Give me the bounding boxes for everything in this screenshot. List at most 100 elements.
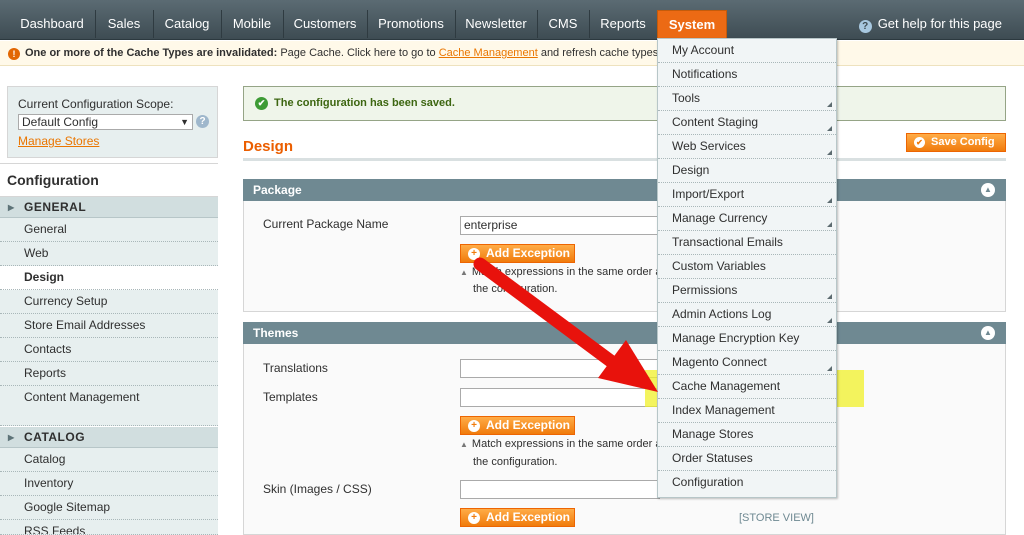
nav-reports[interactable]: Reports [590, 10, 656, 38]
sidebar-item-rss-feeds[interactable]: RSS Feeds [0, 520, 218, 535]
submenu-indicator-icon [827, 318, 832, 323]
notice-cache-management-link[interactable]: Cache Management [439, 47, 538, 59]
nav-customers[interactable]: Customers [284, 10, 366, 38]
system-menu-item-my-account[interactable]: My Account [658, 39, 836, 63]
nav-cms[interactable]: CMS [538, 10, 588, 38]
system-menu-dropdown: My Account Notifications Tools Content Stag… [657, 38, 837, 498]
collapse-icon[interactable]: ▲ [981, 183, 995, 197]
cache-invalidated-notice: ! One or more of the Cache Types are inva… [0, 41, 1024, 66]
menu-item-label: Order Statuses [672, 451, 753, 465]
skin-label: Skin (Images / CSS) [263, 482, 372, 496]
triangle-right-icon: ▶ [8, 433, 15, 442]
sidebar-item-catalog[interactable]: Catalog [0, 448, 218, 472]
system-menu-item-cache-management[interactable]: Cache Management [658, 375, 836, 399]
menu-item-label: Manage Currency [672, 211, 768, 225]
add-exception-button[interactable]: + Add Exception [460, 416, 575, 435]
add-exception-label: Add Exception [486, 246, 571, 260]
system-menu-item-content-staging[interactable]: Content Staging [658, 111, 836, 135]
help-link[interactable]: ? Get help for this page [858, 10, 1002, 38]
menu-item-label: Permissions [672, 283, 738, 297]
submenu-indicator-icon [827, 222, 832, 227]
nav-dashboard[interactable]: Dashboard [10, 10, 94, 38]
current-package-name-input[interactable]: enterprise [460, 216, 660, 235]
system-menu-item-web-services[interactable]: Web Services [658, 135, 836, 159]
sidebar-item-web[interactable]: Web [0, 242, 218, 266]
menu-item-label: Transactional Emails [672, 235, 783, 249]
save-config-button[interactable]: ✔ Save Config [906, 133, 1006, 152]
system-menu-item-configuration[interactable]: Configuration [658, 471, 836, 495]
sidebar-section-catalog[interactable]: ▶ CATALOG [0, 427, 218, 448]
system-menu-item-magento-connect[interactable]: Magento Connect [658, 351, 836, 375]
notice-tail: and refresh cache types. [537, 47, 662, 59]
system-menu-item-manage-encryption-key[interactable]: Manage Encryption Key [658, 327, 836, 351]
menu-item-label: Cache Management [672, 379, 781, 393]
manage-stores-link[interactable]: Manage Stores [18, 134, 207, 148]
themes-section-header[interactable]: Themes ▲ [243, 322, 1006, 344]
menu-item-label: Custom Variables [672, 259, 766, 273]
menu-item-label: Admin Actions Log [672, 307, 772, 321]
system-menu-item-admin-actions-log[interactable]: Admin Actions Log [658, 303, 836, 327]
system-menu-item-notifications[interactable]: Notifications [658, 63, 836, 87]
nav-newsletter[interactable]: Newsletter [456, 10, 536, 38]
sidebar-section-general[interactable]: ▶ GENERAL [0, 197, 218, 218]
scope-select[interactable]: Default Config ▼ [18, 114, 193, 130]
exception-note-line-2: the configuration. [473, 456, 558, 468]
package-section-header[interactable]: Package ▲ [243, 179, 1006, 201]
system-menu-item-permissions[interactable]: Permissions [658, 279, 836, 303]
sidebar-item-reports[interactable]: Reports [0, 362, 218, 386]
triangle-right-icon: ▶ [8, 203, 15, 212]
system-menu-item-order-statuses[interactable]: Order Statuses [658, 447, 836, 471]
add-exception-button[interactable]: + Add Exception [460, 244, 575, 263]
nav-catalog[interactable]: Catalog [154, 10, 220, 38]
configuration-scope-panel: Current Configuration Scope: Default Con… [7, 86, 218, 158]
triangle-up-icon: ▲ [460, 440, 468, 449]
triangle-up-icon: ▲ [460, 268, 468, 277]
sidebar-item-currency-setup[interactable]: Currency Setup [0, 290, 218, 314]
sidebar-item-store-email-addresses[interactable]: Store Email Addresses [0, 314, 218, 338]
translations-label: Translations [263, 361, 328, 375]
translations-input[interactable] [460, 359, 660, 378]
menu-item-label: Tools [672, 91, 701, 105]
nav-promotions[interactable]: Promotions [368, 10, 454, 38]
system-menu-item-manage-currency[interactable]: Manage Currency [658, 207, 836, 231]
submenu-indicator-icon [827, 198, 832, 203]
scope-label: Current Configuration Scope: [18, 97, 174, 111]
collapse-icon[interactable]: ▲ [981, 326, 995, 340]
menu-item-label: Import/Export [672, 187, 745, 201]
sidebar-item-general[interactable]: General [0, 218, 218, 242]
sidebar-item-contacts[interactable]: Contacts [0, 338, 218, 362]
system-menu-item-custom-variables[interactable]: Custom Variables [658, 255, 836, 279]
nav-mobile[interactable]: Mobile [222, 10, 282, 38]
sidebar-item-content-management[interactable]: Content Management [0, 386, 218, 426]
skin-input[interactable] [460, 480, 660, 499]
system-menu-item-manage-stores[interactable]: Manage Stores [658, 423, 836, 447]
check-icon: ✔ [914, 137, 925, 148]
system-menu-item-transactional-emails[interactable]: Transactional Emails [658, 231, 836, 255]
sidebar-item-google-sitemap[interactable]: Google Sitemap [0, 496, 218, 520]
current-package-name-label: Current Package Name [263, 217, 389, 231]
note-text: Match expressions in the same order a [471, 266, 660, 278]
add-exception-button[interactable]: + Add Exception [460, 508, 575, 527]
system-menu-item-index-management[interactable]: Index Management [658, 399, 836, 423]
nav-sales[interactable]: Sales [96, 10, 152, 38]
section-label: CATALOG [24, 430, 86, 444]
menu-item-label: Design [672, 163, 710, 177]
system-menu-item-tools[interactable]: Tools [658, 87, 836, 111]
menu-item-label: Magento Connect [672, 355, 767, 369]
sidebar-item-inventory[interactable]: Inventory [0, 472, 218, 496]
templates-input[interactable] [460, 388, 660, 407]
store-view-scope-label: [STORE VIEW] [739, 512, 814, 524]
help-icon: ? [858, 20, 872, 33]
add-exception-label: Add Exception [486, 510, 571, 524]
menu-item-label: Configuration [672, 475, 744, 489]
menu-item-label: Manage Encryption Key [672, 331, 800, 345]
section-title: Package [253, 183, 302, 197]
nav-system[interactable]: System [657, 10, 727, 38]
help-icon[interactable]: ? [196, 115, 209, 128]
sidebar-item-design[interactable]: Design [0, 266, 218, 290]
system-menu-item-import-export[interactable]: Import/Export [658, 183, 836, 207]
section-label: GENERAL [24, 200, 87, 214]
menu-item-label: Index Management [672, 403, 775, 417]
system-menu-item-design[interactable]: Design [658, 159, 836, 183]
add-exception-label: Add Exception [486, 418, 571, 432]
